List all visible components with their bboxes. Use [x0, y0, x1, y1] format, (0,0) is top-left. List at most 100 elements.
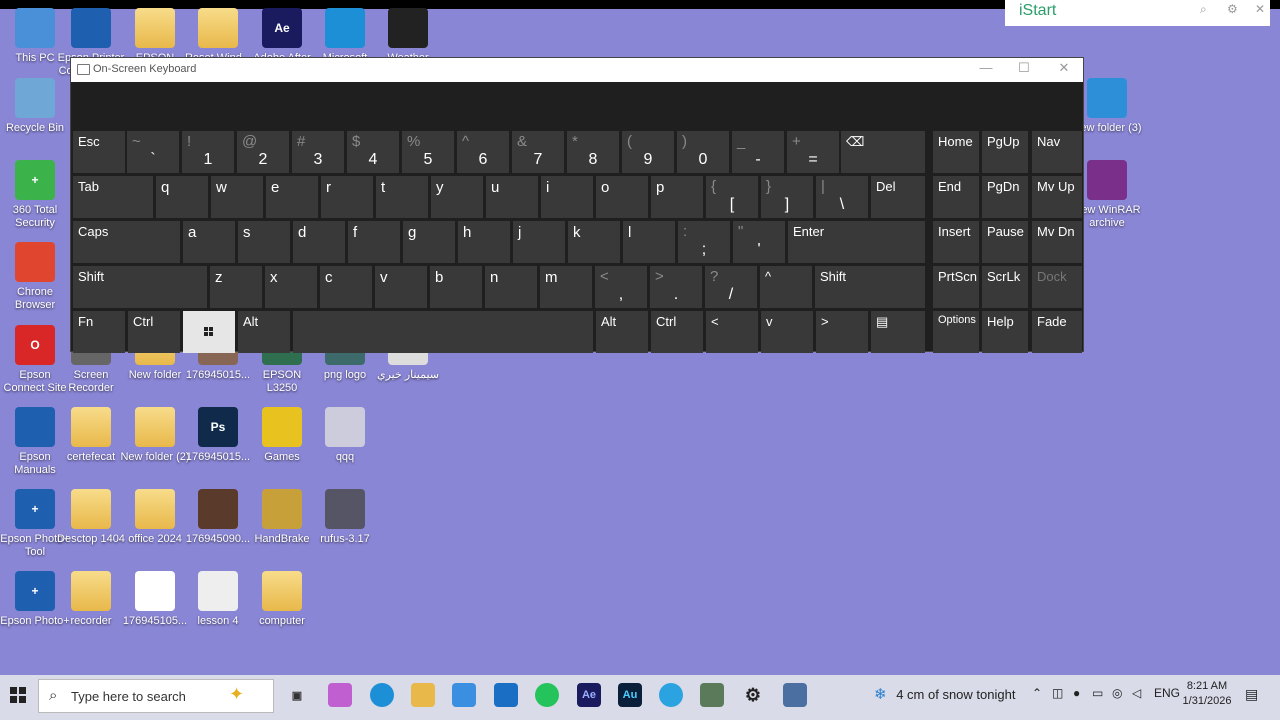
desktop-icon[interactable]: 176945105... [120, 571, 190, 628]
key-lbracket[interactable]: {[ [706, 176, 758, 218]
desktop-icon[interactable]: HandBrake [247, 489, 317, 546]
desktop-icon[interactable]: Desctop 1404 [56, 489, 126, 546]
key-e[interactable]: e [266, 176, 318, 218]
desktop-icon[interactable]: Recycle Bin [0, 78, 70, 135]
key-enter[interactable]: Enter [788, 221, 925, 263]
volume-icon[interactable]: ◁ [1132, 686, 1141, 700]
key-o[interactable]: o [596, 176, 648, 218]
key-del[interactable]: Del [871, 176, 925, 218]
desktop-icon[interactable]: recorder [56, 571, 126, 628]
desktop-icon[interactable]: Ps 176945015... [183, 407, 253, 464]
key-backslash[interactable]: | \ [816, 176, 868, 218]
key-pgdn[interactable]: PgDn [982, 176, 1028, 218]
desktop-icon[interactable]: Games [247, 407, 317, 464]
key-4[interactable]: $4 [347, 131, 399, 173]
key-v[interactable]: v [375, 266, 427, 308]
key-f[interactable]: f [348, 221, 400, 263]
key-z[interactable]: z [210, 266, 262, 308]
key-pgup[interactable]: PgUp [982, 131, 1028, 173]
key-backtick[interactable]: ~ ` [127, 131, 179, 173]
top-search-box[interactable]: iStart ⌕ ⚙ ✕ [1005, 0, 1270, 26]
key-d[interactable]: d [293, 221, 345, 263]
key-q[interactable]: q [156, 176, 208, 218]
desktop-icon[interactable]: New folder (2) [120, 407, 190, 464]
desktop-icon[interactable]: qqq [310, 407, 380, 464]
microphone-icon[interactable]: ● [1073, 686, 1080, 700]
key-insert[interactable]: Insert [933, 221, 979, 263]
desktop-icon[interactable]: rufus-3.17 [310, 489, 380, 546]
key-altl[interactable]: Alt [238, 311, 290, 353]
close-button[interactable]: ✕ [1049, 60, 1079, 76]
key-8[interactable]: * 8 [567, 131, 619, 173]
desktop-icon[interactable]: +360 Total Security [0, 160, 70, 230]
key-left[interactable]: < [706, 311, 758, 353]
key-down[interactable]: v [761, 311, 813, 353]
start-button[interactable] [2, 675, 34, 715]
outlook-icon[interactable] [494, 683, 518, 707]
key-g[interactable]: g [403, 221, 455, 263]
desktop-icon[interactable]: lesson 4 [183, 571, 253, 628]
key-quote[interactable]: " ' [733, 221, 785, 263]
key-rbracket[interactable]: }] [761, 176, 813, 218]
key-5[interactable]: % 5 [402, 131, 454, 173]
key-minus[interactable]: _ - [732, 131, 784, 173]
key-w[interactable]: w [211, 176, 263, 218]
key-ctrlr[interactable]: Ctrl [651, 311, 703, 353]
desktop-icon[interactable]: office 2024 [120, 489, 190, 546]
gear-icon[interactable]: ⚙ [1227, 2, 1238, 16]
screen-recorder-icon[interactable] [700, 683, 724, 707]
copilot-icon[interactable] [328, 683, 352, 707]
key-win[interactable] [183, 311, 235, 353]
network-icon[interactable]: ◎ [1112, 686, 1122, 700]
edge-icon[interactable] [370, 683, 394, 707]
key-b[interactable]: b [430, 266, 482, 308]
key-right[interactable]: > [816, 311, 868, 353]
key-m[interactable]: m [540, 266, 592, 308]
key-scrlk[interactable]: ScrLk [982, 266, 1028, 308]
key-mvdn[interactable]: Mv Dn [1032, 221, 1082, 263]
taskbar-search[interactable]: ⌕ Type here to search ✦ [38, 679, 274, 713]
key-end[interactable]: End [933, 176, 979, 218]
key-options[interactable]: Options [933, 311, 979, 353]
key-ctrll[interactable]: Ctrl [128, 311, 180, 353]
key-help[interactable]: Help [982, 311, 1028, 353]
key-u[interactable]: u [486, 176, 538, 218]
camera-icon[interactable]: ◫ [1052, 686, 1063, 700]
key-equals[interactable]: + = [787, 131, 839, 173]
task-view-icon[interactable]: ▣ [285, 683, 309, 707]
battery-icon[interactable]: ▭ [1092, 686, 1103, 700]
key-dock[interactable]: Dock [1032, 266, 1082, 308]
key-comma[interactable]: <, [595, 266, 647, 308]
key-h[interactable]: h [458, 221, 510, 263]
key-2[interactable]: @2 [237, 131, 289, 173]
key-semicolon[interactable]: :; [678, 221, 730, 263]
key-l[interactable]: l [623, 221, 675, 263]
chevron-up-icon[interactable]: ⌃ [1032, 686, 1042, 700]
close-icon[interactable]: ✕ [1255, 2, 1265, 16]
key-tab[interactable]: Tab [73, 176, 153, 218]
weather-widget[interactable]: ❄ 4 cm of snow tonight [874, 685, 1015, 703]
key-pause[interactable]: Pause [982, 221, 1028, 263]
key-0[interactable]: ) 0 [677, 131, 729, 173]
osk-titlebar[interactable]: On-Screen Keyboard — ☐ ✕ [71, 58, 1083, 82]
key-altr[interactable]: Alt [596, 311, 648, 353]
key-a[interactable]: a [183, 221, 235, 263]
key-y[interactable]: y [431, 176, 483, 218]
minimize-button[interactable]: — [971, 60, 1001, 75]
key-esc[interactable]: Esc [73, 131, 125, 173]
key-n[interactable]: n [485, 266, 537, 308]
key-caps[interactable]: Caps [73, 221, 180, 263]
key-r[interactable]: r [321, 176, 373, 218]
key-s[interactable]: s [238, 221, 290, 263]
clock[interactable]: 8:21 AM 1/31/2026 [1180, 679, 1234, 709]
desktop-icon[interactable]: 176945090... [183, 489, 253, 546]
key-backspace[interactable]: ⌫ [841, 131, 925, 173]
after-effects-icon[interactable]: Ae [577, 683, 601, 707]
key-shiftl[interactable]: Shift [73, 266, 207, 308]
key-9[interactable]: (9 [622, 131, 674, 173]
audition-icon[interactable]: Au [618, 683, 642, 707]
notification-icon[interactable]: ▤ [1245, 686, 1258, 703]
key-3[interactable]: #3 [292, 131, 344, 173]
file-explorer-icon[interactable] [411, 683, 435, 707]
key-c[interactable]: c [320, 266, 372, 308]
